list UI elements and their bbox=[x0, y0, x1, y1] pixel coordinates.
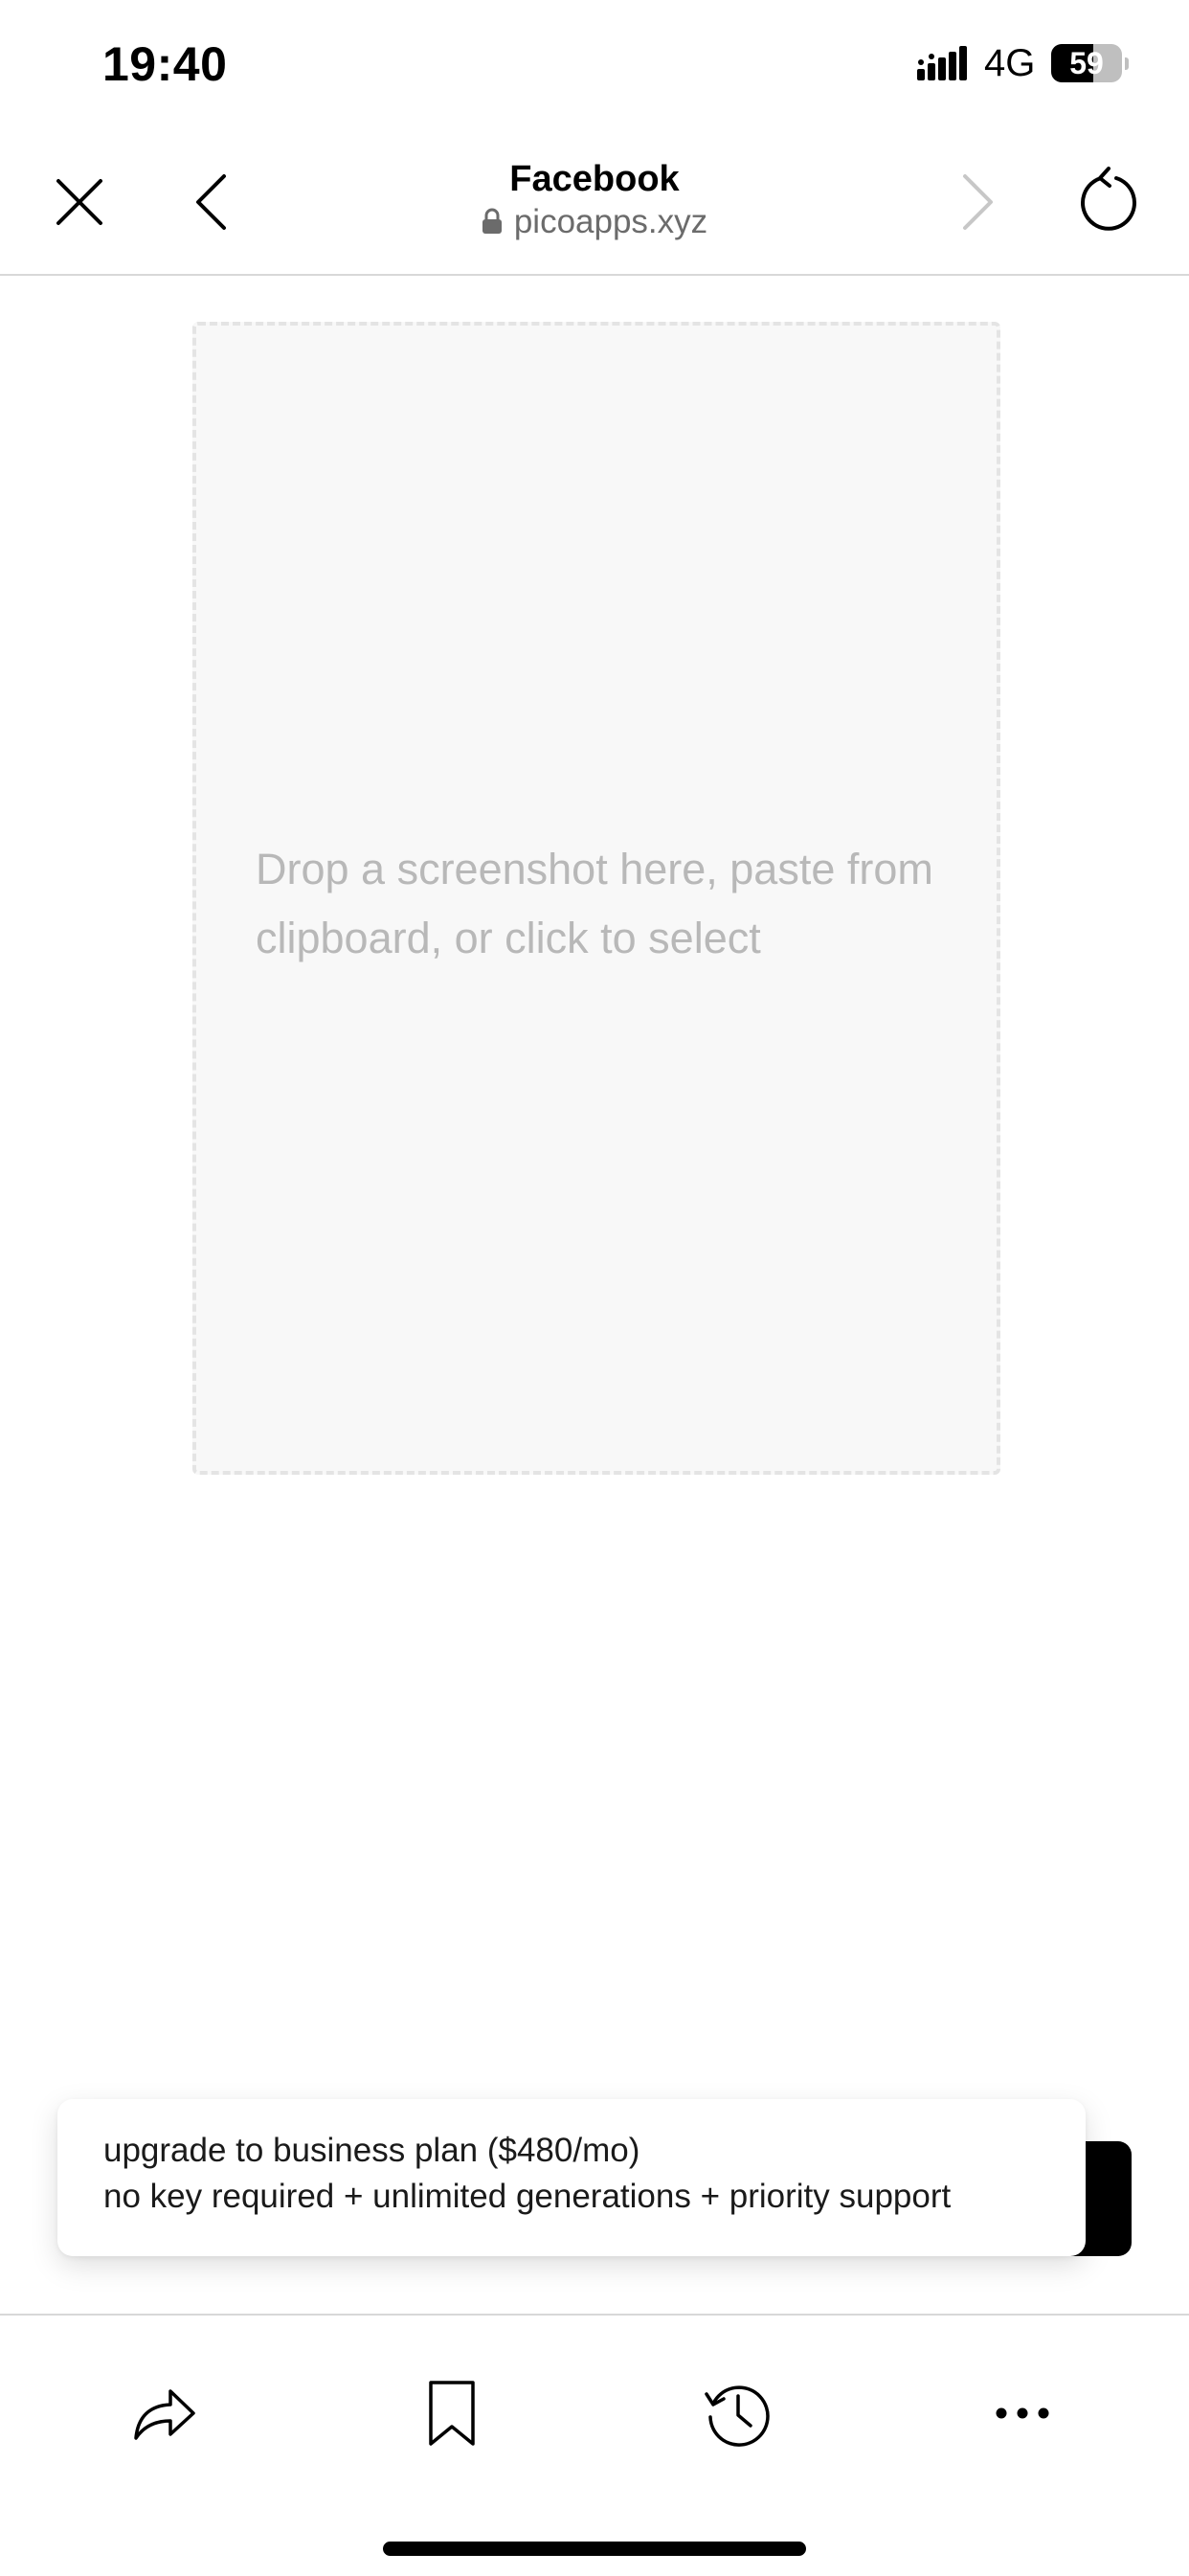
chevron-right-icon[interactable] bbox=[943, 169, 1010, 236]
more-icon[interactable] bbox=[984, 2375, 1061, 2452]
signal-icon bbox=[917, 46, 967, 80]
battery-level: 59 bbox=[1069, 46, 1104, 80]
lock-icon bbox=[482, 208, 502, 234]
page-url: picoapps.xyz bbox=[513, 203, 708, 240]
share-icon[interactable] bbox=[126, 2375, 203, 2452]
battery-icon: 59 bbox=[1051, 44, 1129, 82]
bottom-toolbar bbox=[0, 2314, 1189, 2576]
toast-description: no key required + unlimited generations … bbox=[103, 2178, 952, 2215]
history-icon[interactable] bbox=[699, 2375, 775, 2452]
close-icon[interactable] bbox=[46, 169, 113, 236]
upgrade-toast[interactable]: upgrade to business plan ($480/mo) no ke… bbox=[57, 2099, 1086, 2256]
status-time: 19:40 bbox=[102, 37, 228, 91]
browser-header: Facebook picoapps.xyz bbox=[0, 134, 1189, 276]
bookmark-icon[interactable] bbox=[414, 2375, 490, 2452]
url-bar[interactable]: picoapps.xyz bbox=[307, 203, 882, 241]
status-bar: 19:40 4G 59 bbox=[0, 0, 1189, 134]
chevron-left-icon[interactable] bbox=[179, 169, 246, 236]
drop-zone-instructions: Drop a screenshot here, paste from clipb… bbox=[256, 845, 933, 962]
page-title: Facebook bbox=[509, 159, 680, 199]
screenshot-drop-zone[interactable]: Drop a screenshot here, paste from clipb… bbox=[192, 322, 1000, 1475]
home-indicator[interactable] bbox=[383, 2542, 806, 2556]
toast-title: upgrade to business plan ($480/mo) bbox=[103, 2132, 640, 2169]
network-label: 4G bbox=[984, 42, 1036, 84]
reload-icon[interactable] bbox=[1072, 165, 1145, 237]
